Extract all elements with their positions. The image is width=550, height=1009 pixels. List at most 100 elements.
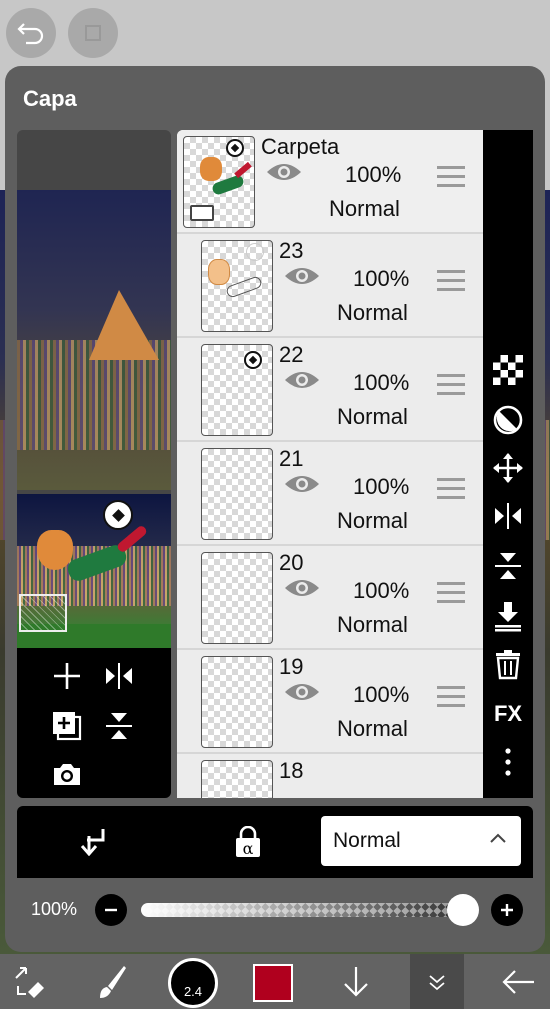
layer-thumbnail — [201, 552, 273, 644]
layer-thumbnail — [201, 656, 273, 748]
eye-icon[interactable] — [283, 368, 321, 392]
alpha-lock-icon: α — [236, 825, 260, 858]
layer-blend-mode: Normal — [337, 612, 408, 637]
eye-icon[interactable] — [265, 160, 303, 184]
layer-name: 21 — [279, 446, 304, 471]
more-icon — [505, 748, 511, 776]
bottom-toolbar: 2.4 — [0, 954, 550, 1009]
chevron-double-down-icon — [429, 974, 445, 990]
flip-horizontal-button[interactable] — [488, 496, 528, 536]
opacity-bar: 100% — [17, 878, 533, 942]
back-button[interactable] — [496, 954, 540, 1009]
more-options-button[interactable] — [488, 742, 528, 782]
drag-handle-icon[interactable] — [437, 270, 465, 292]
merge-layer-button[interactable] — [47, 706, 87, 746]
brush-eraser-switch-icon — [15, 966, 44, 998]
blend-mode-value: Normal — [333, 829, 401, 852]
svg-text:α: α — [243, 839, 254, 858]
layer-row[interactable]: 21 100% Normal — [177, 442, 483, 546]
opacity-slider[interactable] — [141, 903, 461, 917]
eye-icon[interactable] — [283, 680, 321, 704]
layer-thumbnail — [183, 136, 255, 228]
layer-down-button[interactable] — [334, 954, 378, 1009]
panel-title: Capa — [23, 86, 77, 111]
canvas-preview-column — [17, 130, 171, 798]
flip-vertical-icon — [106, 713, 132, 739]
opacity-decrease-button[interactable] — [95, 894, 127, 926]
drag-handle-icon[interactable] — [437, 166, 465, 188]
merge-down-button[interactable] — [488, 596, 528, 636]
layer-name: 20 — [279, 550, 304, 575]
brush-tool-button[interactable] — [92, 954, 132, 1009]
drag-handle-icon[interactable] — [437, 478, 465, 500]
drag-handle-icon[interactable] — [437, 582, 465, 604]
delete-layer-button[interactable] — [488, 644, 528, 684]
add-layer-button[interactable] — [47, 656, 87, 696]
canvas-preview-image — [17, 190, 171, 490]
flip-vertical-button[interactable] — [488, 546, 528, 586]
arrow-down-icon — [344, 966, 368, 997]
layer-opacity: 100% — [353, 474, 410, 499]
layer-row[interactable]: 18 — [177, 754, 483, 798]
undo-icon — [17, 23, 44, 45]
layer-opacity: 100% — [353, 266, 410, 291]
redo-icon — [85, 25, 101, 41]
undo-button[interactable] — [6, 8, 56, 58]
eye-icon[interactable] — [283, 576, 321, 600]
clipping-button[interactable] — [488, 400, 528, 440]
fx-button[interactable]: FX — [488, 694, 528, 734]
layer-panel: Capa Carpeta 100% Normal 23 100% Normal … — [5, 66, 545, 952]
layer-name: 19 — [279, 654, 304, 679]
merge-icon — [53, 712, 82, 741]
layer-row[interactable]: 23 100% Normal — [177, 234, 483, 338]
move-layer-button[interactable] — [488, 448, 528, 488]
layer-name: 23 — [279, 238, 304, 263]
layer-blend-mode: Normal — [337, 508, 408, 533]
clip-arrow-icon — [80, 829, 105, 857]
alpha-lock-button[interactable]: α — [233, 825, 263, 863]
layer-opacity: 100% — [353, 682, 410, 707]
tool-switch-button[interactable] — [10, 954, 50, 1009]
layer-row-folder[interactable]: Carpeta 100% Normal — [177, 130, 483, 234]
flip-horizontal-icon — [495, 503, 521, 529]
opacity-increase-button[interactable] — [491, 894, 523, 926]
layer-opacity: 100% — [345, 162, 402, 187]
folder-icon — [190, 205, 214, 221]
layer-name: 22 — [279, 342, 304, 367]
canvas-thumbnail[interactable] — [17, 494, 171, 648]
layer-tools — [17, 648, 171, 798]
eye-icon[interactable] — [283, 472, 321, 496]
flip-horizontal-icon — [106, 663, 132, 689]
camera-button[interactable] — [47, 754, 87, 794]
clipping-button[interactable] — [79, 826, 107, 861]
transparency-lock-button[interactable] — [488, 350, 528, 390]
plus-icon — [501, 904, 513, 916]
layer-thumbnail — [201, 240, 273, 332]
layer-tool-strip: FX — [483, 130, 533, 798]
flip-layer-vertical-button[interactable] — [99, 706, 139, 746]
blend-mode-select[interactable]: Normal — [321, 816, 521, 866]
layer-name: Carpeta — [261, 134, 340, 159]
redo-button[interactable] — [68, 8, 118, 58]
chevron-up-icon — [490, 833, 506, 843]
brush-size-button[interactable]: 2.4 — [168, 958, 218, 1008]
color-swatch[interactable] — [253, 964, 293, 1002]
layer-opacity: 100% — [353, 370, 410, 395]
layer-thumbnail — [201, 448, 273, 540]
layer-row[interactable]: 22 100% Normal — [177, 338, 483, 442]
drag-handle-icon[interactable] — [437, 686, 465, 708]
layer-row[interactable]: 20 100% Normal — [177, 546, 483, 650]
brush-icon — [100, 965, 126, 998]
layer-row[interactable]: 19 100% Normal — [177, 650, 483, 754]
layer-panel-button[interactable] — [410, 954, 464, 1009]
eye-icon[interactable] — [283, 264, 321, 288]
drag-handle-icon[interactable] — [437, 374, 465, 396]
half-circle-icon — [493, 405, 523, 435]
flip-layer-horizontal-button[interactable] — [99, 656, 139, 696]
layer-opacity: 100% — [353, 578, 410, 603]
layer-list[interactable]: Carpeta 100% Normal 23 100% Normal 22 10… — [177, 130, 483, 798]
flip-vertical-icon — [495, 553, 521, 579]
layer-blend-mode: Normal — [337, 716, 408, 741]
minus-icon — [105, 908, 117, 912]
opacity-slider-knob[interactable] — [447, 894, 479, 926]
